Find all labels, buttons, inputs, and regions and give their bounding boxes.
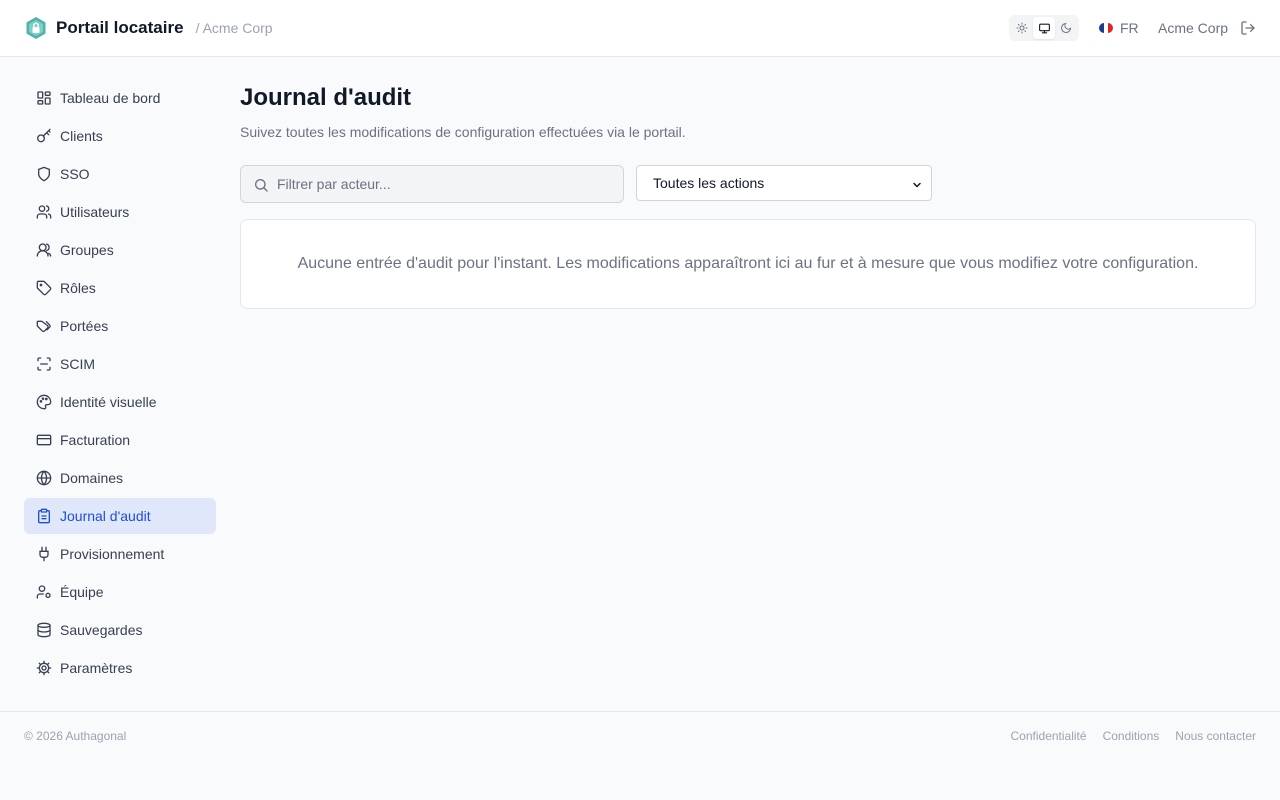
sidebar-item-label: Portées: [60, 318, 109, 334]
sidebar-item-audit-log[interactable]: Journal d'audit: [24, 498, 216, 534]
theme-dark-button[interactable]: [1055, 17, 1077, 39]
privacy-link[interactable]: Confidentialité: [1011, 729, 1087, 743]
database-icon: [37, 622, 51, 638]
theme-switcher: [1009, 15, 1079, 41]
sidebar-item-team[interactable]: Équipe: [24, 574, 216, 610]
sidebar-item-users[interactable]: Utilisateurs: [24, 194, 216, 230]
credit-card-icon: [36, 434, 52, 446]
language-selector[interactable]: FR: [1099, 19, 1139, 37]
sidebar-item-label: Paramètres: [60, 660, 133, 676]
empty-state: Aucune entrée d'audit pour l'instant. Le…: [240, 219, 1256, 309]
chevron-down-icon: [913, 182, 921, 188]
org-name[interactable]: Acme Corp: [1158, 19, 1228, 37]
filter-bar: Toutes les actions: [240, 165, 1256, 203]
sidebar-item-scopes[interactable]: Portées: [24, 308, 216, 344]
tag-icon: [36, 280, 52, 296]
sidebar-item-billing[interactable]: Facturation: [24, 422, 216, 458]
page-footer: © 2026 Authagonal Confidentialité Condit…: [0, 711, 1280, 800]
moon-icon: [1061, 22, 1072, 33]
sidebar-item-scim[interactable]: SCIM: [24, 346, 216, 382]
sidebar-item-label: Identité visuelle: [60, 394, 157, 410]
logout-icon[interactable]: [1240, 20, 1256, 36]
sidebar-item-domains[interactable]: Domaines: [24, 460, 216, 496]
sidebar-nav: Tableau de bord Clients SSO Utilisateurs…: [24, 80, 216, 688]
key-icon: [37, 128, 51, 143]
settings-icon: [36, 660, 52, 676]
sidebar-item-roles[interactable]: Rôles: [24, 270, 216, 306]
globe-icon: [36, 470, 52, 486]
sidebar-item-dashboard[interactable]: Tableau de bord: [24, 80, 216, 116]
users-icon: [36, 205, 52, 219]
search-icon: [254, 179, 268, 192]
dashboard-icon: [37, 91, 51, 105]
sidebar-item-backups[interactable]: Sauvegardes: [24, 612, 216, 648]
plug-icon: [39, 546, 49, 562]
group-icon: [36, 243, 52, 257]
sidebar-item-groups[interactable]: Groupes: [24, 232, 216, 268]
sidebar-item-provisioning[interactable]: Provisionnement: [24, 536, 216, 572]
top-header: Portail locataire / Acme Corp FR Acme Co…: [0, 0, 1280, 57]
hexagon-lock-logo: [26, 17, 46, 39]
sidebar-item-sso[interactable]: SSO: [24, 156, 216, 192]
sidebar-item-label: Groupes: [60, 242, 114, 258]
main-content: Journal d'audit Suivez toutes les modifi…: [240, 80, 1256, 309]
shield-icon: [38, 166, 50, 182]
sidebar-item-label: Journal d'audit: [60, 508, 151, 524]
actor-filter-input[interactable]: [277, 166, 617, 202]
actor-search: [240, 165, 624, 203]
sidebar-item-label: SCIM: [60, 356, 95, 372]
language-label: FR: [1120, 20, 1139, 36]
copyright: © 2026 Authagonal: [24, 729, 127, 743]
sidebar-item-label: Équipe: [60, 584, 104, 600]
sidebar-item-label: Domaines: [60, 470, 124, 486]
brand[interactable]: Portail locataire / Acme Corp: [24, 16, 273, 40]
sidebar-item-settings[interactable]: Paramètres: [24, 650, 216, 686]
sidebar-item-label: Sauvegardes: [60, 622, 143, 638]
sidebar-item-label: Clients: [60, 128, 103, 144]
sidebar-item-label: Facturation: [60, 432, 131, 448]
scan-icon: [37, 357, 51, 371]
footer-links: Confidentialité Conditions Nous contacte…: [995, 729, 1256, 743]
app-title: Portail locataire: [56, 18, 184, 37]
sidebar-item-branding[interactable]: Identité visuelle: [24, 384, 216, 420]
sun-icon: [1016, 22, 1028, 34]
sidebar-item-label: Utilisateurs: [60, 204, 130, 220]
sidebar-item-label: SSO: [60, 166, 90, 182]
clipboard-icon: [38, 508, 50, 524]
palette-icon: [36, 394, 52, 410]
terms-link[interactable]: Conditions: [1103, 729, 1160, 743]
sidebar-item-label: Provisionnement: [60, 546, 165, 562]
monitor-icon: [1038, 23, 1050, 33]
page-subtitle: Suivez toutes les modifications de confi…: [240, 124, 686, 140]
france-flag-icon: [1099, 23, 1113, 33]
theme-light-button[interactable]: [1011, 17, 1033, 39]
action-filter-value: Toutes les actions: [653, 175, 765, 191]
page-title: Journal d'audit: [240, 84, 412, 111]
sidebar-item-label: Tableau de bord: [60, 90, 161, 106]
action-filter-select[interactable]: Toutes les actions: [636, 165, 932, 201]
user-cog-icon: [36, 585, 51, 599]
sidebar-item-label: Rôles: [60, 280, 96, 296]
theme-system-button[interactable]: [1033, 17, 1055, 39]
org-breadcrumb: / Acme Corp: [195, 20, 273, 36]
empty-state-message: Aucune entrée d'audit pour l'instant. Le…: [297, 255, 1199, 272]
tags-icon: [36, 320, 51, 333]
sidebar-item-clients[interactable]: Clients: [24, 118, 216, 154]
contact-link[interactable]: Nous contacter: [1175, 729, 1256, 743]
